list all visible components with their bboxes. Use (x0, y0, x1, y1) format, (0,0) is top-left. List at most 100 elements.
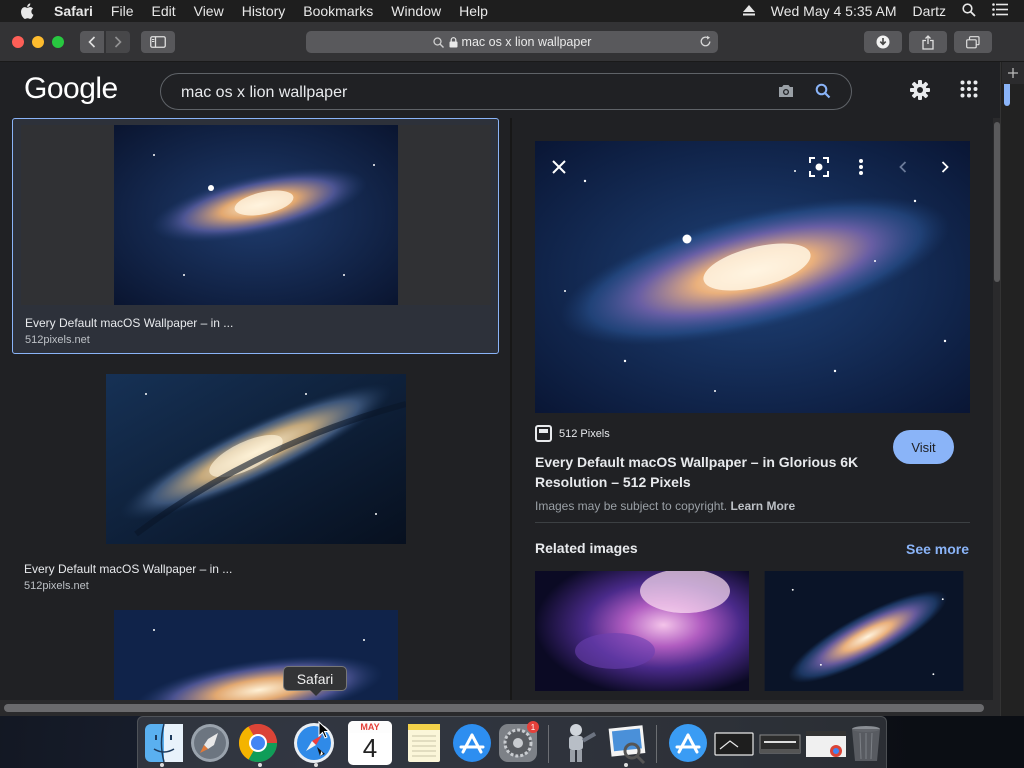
result-source[interactable]: 512pixels.net (25, 334, 90, 346)
sidebar-toggle-button[interactable] (141, 31, 175, 53)
downloads-button[interactable] (864, 31, 902, 53)
horizontal-scrollbar[interactable] (0, 700, 1000, 716)
download-icon (876, 35, 890, 49)
menu-history[interactable]: History (242, 3, 286, 19)
address-bar[interactable]: mac os x lion wallpaper (306, 31, 718, 53)
result-title[interactable]: Every Default macOS Wallpaper – in ... (25, 316, 233, 330)
downloads-folder-icon[interactable] (804, 721, 848, 765)
related-images-heading: Related images (535, 540, 638, 556)
divider (535, 522, 970, 523)
site-favicon-icon (535, 425, 552, 442)
andromeda-galaxy-thumbnail[interactable] (114, 610, 398, 710)
visual-search-button[interactable] (807, 155, 831, 179)
image-preview-panel: 512 Pixels Every Default macOS Wallpaper… (512, 118, 993, 716)
camera-icon[interactable] (777, 83, 795, 99)
menu-edit[interactable]: Edit (151, 3, 175, 19)
automator-icon[interactable] (556, 721, 600, 765)
screenshot-icon[interactable] (712, 721, 756, 765)
close-preview-button[interactable] (547, 155, 571, 179)
share-icon (922, 34, 934, 50)
calendar-day: 4 (362, 733, 378, 763)
previous-image-button[interactable] (891, 155, 915, 179)
app-store-icon[interactable] (450, 721, 494, 765)
see-more-link[interactable]: See more (906, 541, 969, 557)
search-query[interactable]: mac os x lion wallpaper (181, 84, 347, 102)
search-icon (432, 36, 444, 48)
finder-icon[interactable] (142, 721, 186, 765)
sidebar-icon (150, 36, 166, 48)
calendar-icon[interactable]: MAY 4 (348, 721, 392, 765)
related-image-galaxy[interactable] (758, 571, 970, 691)
dock-tooltip: Safari (283, 666, 347, 696)
chevron-right-icon (941, 161, 949, 173)
scrollbar-thumb[interactable] (4, 704, 984, 712)
chrome-icon[interactable] (236, 721, 280, 765)
reload-icon[interactable] (699, 35, 712, 48)
lens-icon (809, 157, 829, 177)
trash-icon[interactable] (844, 721, 888, 765)
minimize-window-button[interactable] (32, 36, 44, 48)
preview-icon[interactable] (604, 721, 648, 765)
dock-separator (548, 725, 549, 763)
apple-menu-icon[interactable] (20, 3, 36, 19)
dock: MAY 4 1 (137, 716, 887, 768)
result-source[interactable]: 512pixels.net (24, 580, 89, 592)
safari-toolbar: mac os x lion wallpaper (0, 22, 1024, 62)
andromeda-galaxy-thumbnail[interactable] (114, 125, 398, 305)
share-button[interactable] (909, 31, 947, 53)
downloads-stack-icon[interactable] (758, 721, 802, 765)
more-options-button[interactable] (849, 155, 873, 179)
google-logo[interactable]: Google (24, 72, 118, 106)
web-page: Google mac os x lion wallpaper Every Def… (0, 62, 1024, 716)
update-badge: 1 (531, 723, 536, 732)
settings-gear-icon[interactable] (908, 78, 932, 102)
menu-file[interactable]: File (111, 3, 134, 19)
running-indicator (160, 763, 164, 767)
image-result[interactable]: Every Default macOS Wallpaper – in ... 5… (12, 366, 499, 602)
search-box[interactable]: mac os x lion wallpaper (160, 73, 852, 110)
image-result-selected[interactable]: Every Default macOS Wallpaper – in ... 5… (12, 118, 499, 354)
mouse-cursor-icon (318, 721, 330, 739)
lock-icon (449, 36, 458, 47)
related-image-nebula[interactable] (535, 571, 749, 691)
close-icon (552, 160, 566, 174)
search-icon[interactable] (815, 83, 831, 99)
preview-image[interactable] (535, 141, 970, 413)
back-button[interactable] (80, 31, 104, 53)
tab-overview-button[interactable] (954, 31, 992, 53)
fullscreen-window-button[interactable] (52, 36, 64, 48)
calendar-month: MAY (348, 721, 392, 733)
page-scrollbar[interactable] (1000, 62, 1024, 716)
launchpad-icon[interactable] (188, 721, 232, 765)
eject-icon[interactable] (742, 3, 755, 19)
dock-separator (656, 725, 657, 763)
menu-view[interactable]: View (194, 3, 224, 19)
notification-center-icon[interactable] (992, 3, 1008, 19)
forward-button[interactable] (106, 31, 130, 53)
address-text: mac os x lion wallpaper (461, 35, 592, 49)
preview-title[interactable]: Every Default macOS Wallpaper – in Glori… (535, 452, 875, 492)
menu-help[interactable]: Help (459, 3, 488, 19)
copyright-text: Images may be subject to copyright. (535, 499, 728, 513)
system-preferences-icon[interactable]: 1 (496, 721, 540, 765)
google-header: Google mac os x lion wallpaper (0, 62, 1000, 118)
next-image-button[interactable] (933, 155, 957, 179)
andromeda-galaxy-image (535, 141, 970, 413)
clock[interactable]: Wed May 4 5:35 AM (771, 3, 897, 19)
mountain-lion-galaxy-thumbnail[interactable] (106, 374, 406, 544)
applications-folder-icon[interactable] (666, 721, 710, 765)
spotlight-search-icon[interactable] (962, 2, 976, 20)
menu-bookmarks[interactable]: Bookmarks (303, 3, 373, 19)
result-title[interactable]: Every Default macOS Wallpaper – in ... (24, 562, 232, 576)
site-name[interactable]: 512 Pixels (559, 428, 610, 440)
user-name[interactable]: Dartz (913, 3, 946, 19)
visit-button[interactable]: Visit (893, 430, 954, 464)
google-apps-icon[interactable] (960, 80, 978, 98)
menu-app-safari[interactable]: Safari (54, 3, 93, 19)
close-window-button[interactable] (12, 36, 24, 48)
new-tab-button[interactable] (1002, 62, 1024, 84)
notes-icon[interactable] (402, 721, 446, 765)
chevron-left-icon (899, 161, 907, 173)
learn-more-link[interactable]: Learn More (730, 499, 795, 513)
menu-window[interactable]: Window (391, 3, 441, 19)
